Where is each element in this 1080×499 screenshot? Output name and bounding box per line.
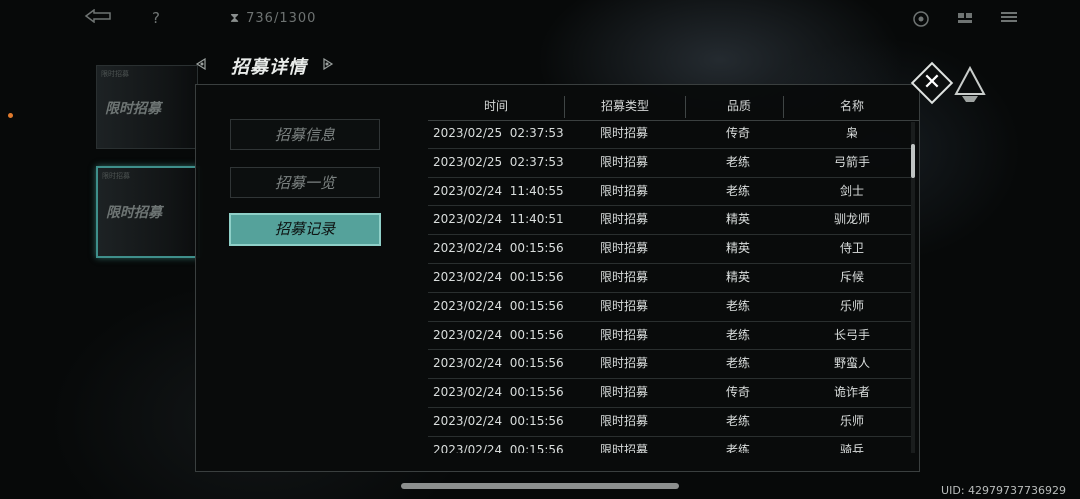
cell-name: 野蛮人 <box>833 356 870 371</box>
table-row: 2023/02/24 00:15:56 限时招募 精英 侍卫 <box>428 235 914 264</box>
cell-type: 限时招募 <box>599 327 648 342</box>
banner-card-title: 限时招募 <box>106 205 162 221</box>
cell-quality: 老练 <box>725 356 750 371</box>
cell-name: 骑兵 <box>839 442 864 453</box>
cell-time: 2023/02/24 11:40:51 <box>433 212 564 227</box>
top-bar: ? ⧗ 736/1300 <box>0 0 1080 40</box>
cell-quality: 精英 <box>725 241 750 256</box>
emblem-icon <box>948 62 992 108</box>
resource-counter-text: 736/1300 <box>246 11 317 26</box>
cell-time: 2023/02/24 00:15:56 <box>433 356 564 371</box>
cell-quality: 精英 <box>725 269 750 284</box>
uid-label: UID: 42979737736929 <box>941 484 1066 497</box>
cell-quality: 老练 <box>725 183 750 198</box>
cell-time: 2023/02/24 00:15:56 <box>433 269 564 284</box>
cell-type: 限时招募 <box>599 356 648 371</box>
cell-name: 侍卫 <box>839 241 864 256</box>
cell-quality: 老练 <box>725 298 750 313</box>
title-left-ornament-icon <box>195 57 207 73</box>
cell-type: 限时招募 <box>599 154 648 169</box>
dialog-title: 招募详情 <box>231 57 307 78</box>
header-time: 时间 <box>483 99 508 113</box>
cell-quality: 传奇 <box>725 385 750 400</box>
shop-icon[interactable] <box>910 10 932 30</box>
records-table-body[interactable]: 2023/02/25 02:37:53 限时招募 传奇 枭 2023/02/25… <box>428 120 914 453</box>
header-type: 招募类型 <box>600 99 649 113</box>
cell-type: 限时招募 <box>599 183 648 198</box>
cell-name: 枭 <box>845 126 858 140</box>
menu-recruit-records[interactable]: 招募记录 <box>229 213 381 246</box>
cell-quality: 传奇 <box>725 126 750 140</box>
cell-type: 限时招募 <box>599 269 648 284</box>
cell-name: 乐师 <box>839 298 864 313</box>
cell-name: 弓箭手 <box>833 154 870 169</box>
cell-quality: 精英 <box>725 212 750 227</box>
cell-type: 限时招募 <box>599 385 648 400</box>
cell-name: 长弓手 <box>833 327 870 342</box>
home-indicator[interactable] <box>401 483 679 489</box>
cell-quality: 老练 <box>725 154 750 169</box>
table-row: 2023/02/24 11:40:55 限时招募 老练 剑士 <box>428 178 914 207</box>
back-arrow-icon[interactable] <box>84 8 112 27</box>
scrollbar-thumb[interactable] <box>911 144 915 178</box>
cell-time: 2023/02/24 00:15:56 <box>433 385 564 400</box>
close-icon: ✕ <box>922 70 942 95</box>
cell-name: 斥候 <box>839 269 864 284</box>
table-row: 2023/02/24 00:15:56 限时招募 精英 斥候 <box>428 264 914 293</box>
cell-quality: 老练 <box>725 442 750 453</box>
table-row: 2023/02/24 00:15:56 限时招募 老练 骑兵 <box>428 437 914 453</box>
table-row: 2023/02/24 00:15:56 限时招募 老练 乐师 <box>428 408 914 437</box>
banner-card-sub: 限时招募 <box>102 172 130 180</box>
cell-type: 限时招募 <box>599 442 648 453</box>
table-row: 2023/02/25 02:37:53 限时招募 传奇 枭 <box>428 120 914 149</box>
notification-dot <box>8 113 13 118</box>
cell-quality: 老练 <box>725 413 750 428</box>
header-quality: 品质 <box>726 99 751 113</box>
cell-quality: 老练 <box>725 327 750 342</box>
resource-counter: ⧗ 736/1300 <box>230 11 316 26</box>
title-right-ornament-icon <box>322 57 334 73</box>
table-row: 2023/02/24 00:15:56 限时招募 老练 长弓手 <box>428 322 914 351</box>
menu-recruit-overview[interactable]: 招募一览 <box>230 167 380 198</box>
help-icon[interactable]: ? <box>152 9 160 27</box>
table-row: 2023/02/24 00:15:56 限时招募 老练 野蛮人 <box>428 350 914 380</box>
cell-time: 2023/02/24 00:15:56 <box>433 241 564 256</box>
banner-card-title: 限时招募 <box>105 101 161 117</box>
cell-time: 2023/02/24 11:40:55 <box>433 183 564 198</box>
cell-type: 限时招募 <box>599 413 648 428</box>
table-row: 2023/02/24 00:15:56 限时招募 传奇 诡诈者 <box>428 379 914 408</box>
cell-name: 剑士 <box>839 183 864 198</box>
banner-card[interactable]: 限时招募 限时招募 <box>96 65 198 149</box>
records-table-header: 时间 招募类型 品质 名称 <box>428 94 920 121</box>
cell-type: 限时招募 <box>599 212 648 227</box>
cell-time: 2023/02/25 02:37:53 <box>433 126 564 140</box>
menu-icon[interactable] <box>998 10 1020 30</box>
cell-name: 驯龙师 <box>833 212 870 227</box>
records-scrollbar[interactable] <box>911 122 915 453</box>
cell-type: 限时招募 <box>599 298 648 313</box>
cell-time: 2023/02/24 00:15:56 <box>433 442 564 453</box>
mail-icon[interactable] <box>954 10 976 30</box>
table-row: 2023/02/24 00:15:56 限时招募 老练 乐师 <box>428 293 914 322</box>
menu-recruit-info[interactable]: 招募信息 <box>230 119 380 150</box>
cell-time: 2023/02/24 00:15:56 <box>433 327 564 342</box>
cell-type: 限时招募 <box>599 241 648 256</box>
table-row: 2023/02/24 11:40:51 限时招募 精英 驯龙师 <box>428 206 914 236</box>
game-screen: ? ⧗ 736/1300 限时招募 限时招募 限时招募 限时招募 招募详情 ✕ <box>0 0 1080 499</box>
header-name: 名称 <box>839 99 864 113</box>
hourglass-icon: ⧗ <box>230 11 241 26</box>
cell-time: 2023/02/25 02:37:53 <box>433 154 564 169</box>
banner-card-selected[interactable]: 限时招募 限时招募 <box>96 166 200 258</box>
cell-name: 乐师 <box>839 413 864 428</box>
cell-name: 诡诈者 <box>833 385 870 400</box>
table-row: 2023/02/25 02:37:53 限时招募 老练 弓箭手 <box>428 149 914 178</box>
cell-type: 限时招募 <box>599 126 648 140</box>
cell-time: 2023/02/24 00:15:56 <box>433 298 564 313</box>
banner-card-sub: 限时招募 <box>101 70 129 78</box>
cell-time: 2023/02/24 00:15:56 <box>433 413 564 428</box>
